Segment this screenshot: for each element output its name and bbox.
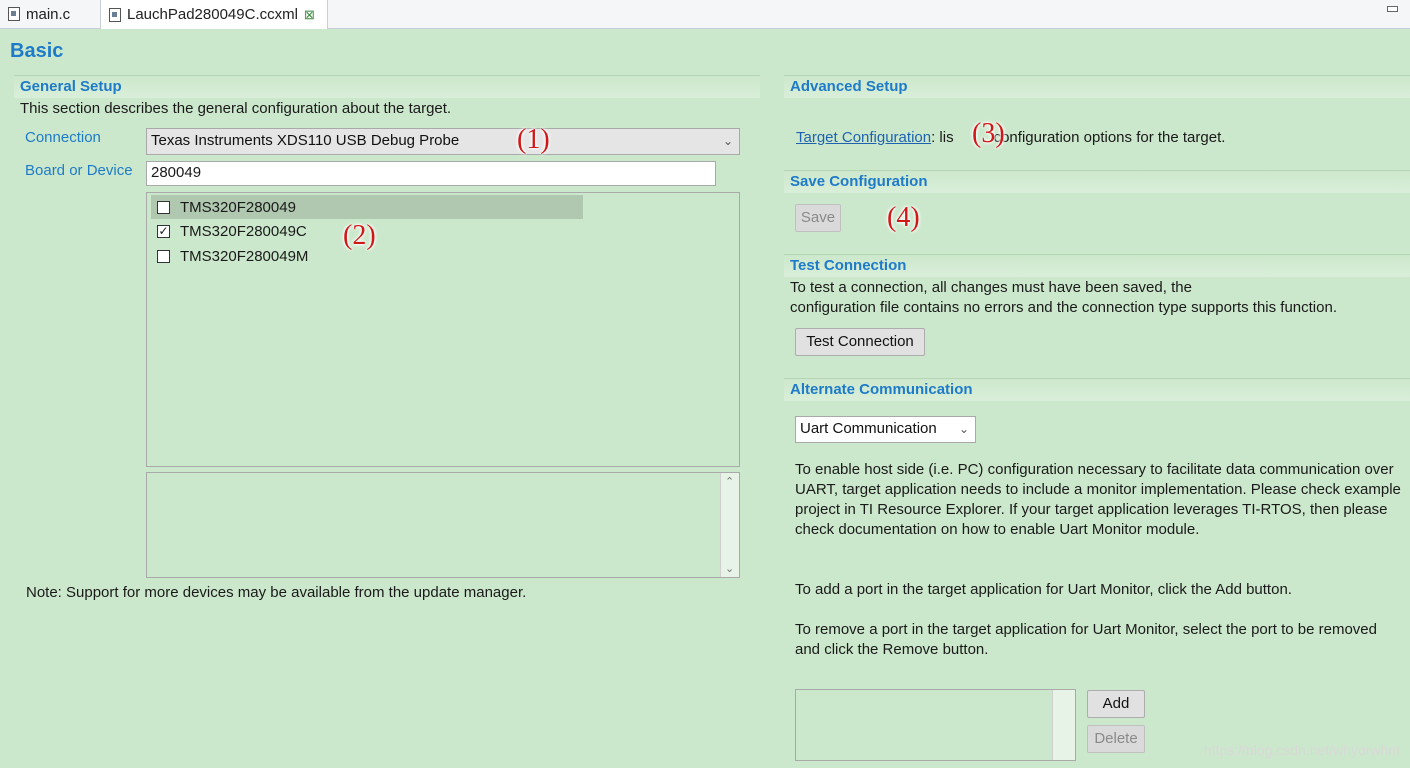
advanced-text-a: : lis (931, 129, 954, 146)
save-configuration-header: Save Configuration (784, 170, 1410, 193)
device-item[interactable]: TMS320F280049 (151, 195, 583, 219)
test-connection-text-2: configuration file contains no errors an… (790, 299, 1337, 316)
advanced-setup-line: Target Configuration: lis configuration o… (796, 129, 1225, 146)
uart-description: To enable host side (i.e. PC) configurat… (795, 461, 1401, 538)
general-setup-header: General Setup (14, 75, 760, 98)
save-button[interactable]: Save (795, 204, 841, 232)
annotation-marker-2: (2) (343, 220, 376, 251)
connection-label: Connection (25, 129, 101, 146)
c-file-icon (8, 7, 20, 21)
tab-ccxml[interactable]: LauchPad280049C.ccxml ⊠ (100, 0, 328, 29)
checkbox[interactable] (157, 249, 170, 263)
uart-add-instructions: To add a port in the target application … (795, 581, 1292, 598)
target-configuration-link[interactable]: Target Configuration (796, 129, 931, 146)
delete-button[interactable]: Delete (1087, 725, 1145, 753)
advanced-setup-header: Advanced Setup (784, 75, 1410, 98)
general-setup-description: This section describes the general confi… (20, 100, 452, 117)
page-title: Basic (10, 40, 64, 62)
devices-note: Note: Support for more devices may be av… (26, 584, 527, 601)
chevron-down-icon: ⌄ (958, 422, 969, 436)
annotation-marker-4: (4) (887, 202, 920, 233)
test-connection-button[interactable]: Test Connection (795, 328, 925, 356)
tab-label: main.c (26, 5, 71, 23)
ccxml-file-icon (109, 7, 121, 22)
scroll-down-icon[interactable]: ⌄ (725, 562, 734, 575)
uart-port-list[interactable] (795, 689, 1076, 761)
uart-remove-instructions: To remove a port in the target applicati… (795, 621, 1377, 658)
vertical-scrollbar[interactable]: ⌃ ⌄ (720, 473, 739, 577)
connection-value: Texas Instruments XDS110 USB Debug Probe (151, 132, 460, 149)
device-item[interactable]: TMS320F280049M (151, 244, 308, 268)
tab-label: LauchPad280049C.ccxml (127, 6, 298, 23)
vertical-scrollbar[interactable] (1052, 690, 1075, 760)
advanced-text-b: configuration options for the target. (993, 129, 1226, 146)
chevron-down-icon: ⌄ (722, 134, 733, 148)
test-connection-text-1: To test a connection, all changes must h… (790, 279, 1192, 296)
communication-value: Uart Communication (800, 420, 937, 437)
alternate-communication-header: Alternate Communication (784, 378, 1410, 401)
device-list: TMS320F280049 ✓ TMS320F280049C TMS320F28… (146, 192, 740, 467)
device-item[interactable]: ✓ TMS320F280049C (151, 219, 307, 243)
annotation-marker-1: (1) (517, 124, 550, 155)
editor-tab-bar: main.c LauchPad280049C.ccxml ⊠ (0, 0, 1410, 29)
device-description-box[interactable]: ⌃ ⌄ (146, 472, 740, 578)
close-icon[interactable]: ⊠ (304, 7, 315, 23)
annotation-marker-3: (3) (972, 118, 1005, 149)
board-or-device-label: Board or Device (25, 162, 133, 179)
watermark: https://blog.csdn.net/whyorwhnt (1203, 742, 1400, 758)
board-device-filter-input[interactable]: 280049 (146, 161, 716, 186)
scroll-up-icon[interactable]: ⌃ (725, 475, 734, 488)
checkbox-checked[interactable]: ✓ (157, 224, 170, 238)
connection-select[interactable]: Texas Instruments XDS110 USB Debug Probe… (146, 128, 740, 155)
tab-main-c[interactable]: main.c (0, 0, 98, 28)
device-name: TMS320F280049M (180, 247, 309, 265)
test-connection-header: Test Connection (784, 254, 1410, 277)
minimize-icon[interactable] (1387, 6, 1398, 12)
add-button[interactable]: Add (1087, 690, 1145, 718)
checkbox[interactable] (157, 200, 170, 214)
device-name: TMS320F280049C (180, 222, 307, 240)
device-name: TMS320F280049 (180, 198, 296, 216)
communication-select[interactable]: Uart Communication ⌄ (795, 416, 976, 443)
